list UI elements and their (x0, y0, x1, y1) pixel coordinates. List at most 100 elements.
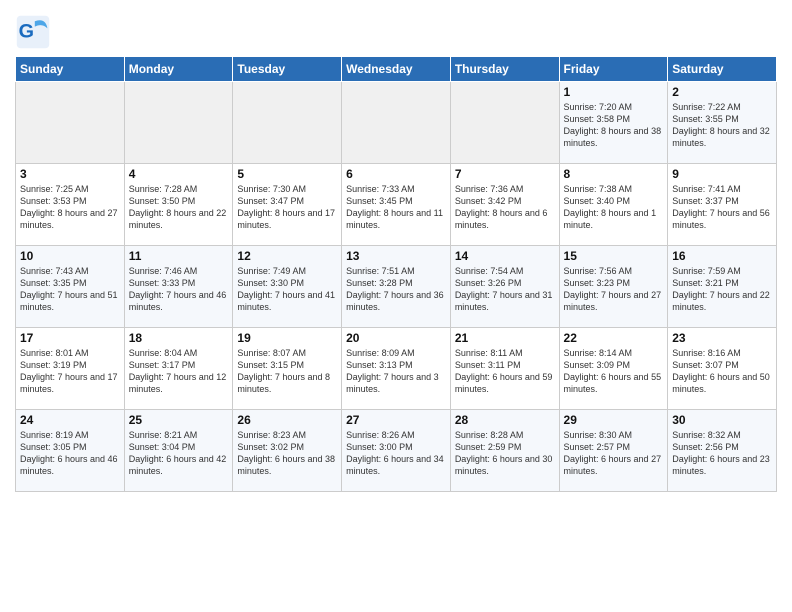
day-info: Sunrise: 7:51 AM Sunset: 3:28 PM Dayligh… (346, 265, 446, 314)
day-info: Sunrise: 7:36 AM Sunset: 3:42 PM Dayligh… (455, 183, 555, 232)
svg-text:G: G (19, 20, 34, 42)
calendar-cell: 14 Sunrise: 7:54 AM Sunset: 3:26 PM Dayli… (450, 246, 559, 328)
day-number: 19 (237, 331, 337, 345)
day-number: 20 (346, 331, 446, 345)
day-info: Sunrise: 8:11 AM Sunset: 3:11 PM Dayligh… (455, 347, 555, 396)
day-number: 30 (672, 413, 772, 427)
calendar-week-row: 3Sunrise: 7:25 AM Sunset: 3:53 PM Daylig… (16, 164, 777, 246)
calendar-cell: 21 Sunrise: 8:11 AM Sunset: 3:11 PM Dayli… (450, 328, 559, 410)
day-info: Sunrise: 8:16 AM Sunset: 3:07 PM Dayligh… (672, 347, 772, 396)
calendar-week-row: 10Sunrise: 7:43 AM Sunset: 3:35 PM Dayli… (16, 246, 777, 328)
day-number: 12 (237, 249, 337, 263)
calendar-cell: 15 Sunrise: 7:56 AM Sunset: 3:23 PM Dayli… (559, 246, 668, 328)
weekday-header: Saturday (668, 57, 777, 82)
calendar-cell: 17 Sunrise: 8:01 AM Sunset: 3:19 PM Dayli… (16, 328, 125, 410)
day-number: 16 (672, 249, 772, 263)
day-info: Sunrise: 7:54 AM Sunset: 3:26 PM Dayligh… (455, 265, 555, 314)
day-info: Sunrise: 7:38 AM Sunset: 3:40 PM Dayligh… (564, 183, 664, 232)
day-info: Sunrise: 7:41 AM Sunset: 3:37 PM Dayligh… (672, 183, 772, 232)
calendar-cell: 13 Sunrise: 7:51 AM Sunset: 3:28 PM Dayli… (342, 246, 451, 328)
calendar-cell (450, 82, 559, 164)
day-number: 22 (564, 331, 664, 345)
day-info: Sunrise: 8:28 AM Sunset: 2:59 PM Dayligh… (455, 429, 555, 478)
calendar-cell: 25 Sunrise: 8:21 AM Sunset: 3:04 PM Dayli… (124, 410, 233, 492)
weekday-header: Sunday (16, 57, 125, 82)
calendar-cell: 11 Sunrise: 7:46 AM Sunset: 3:33 PM Dayli… (124, 246, 233, 328)
calendar-cell: 19 Sunrise: 8:07 AM Sunset: 3:15 PM Dayli… (233, 328, 342, 410)
day-number: 2 (672, 85, 772, 99)
day-info: Sunrise: 8:30 AM Sunset: 2:57 PM Dayligh… (564, 429, 664, 478)
calendar-cell (16, 82, 125, 164)
day-info: Sunrise: 8:04 AM Sunset: 3:17 PM Dayligh… (129, 347, 229, 396)
calendar-cell (233, 82, 342, 164)
day-number: 26 (237, 413, 337, 427)
day-info: Sunrise: 7:33 AM Sunset: 3:45 PM Dayligh… (346, 183, 446, 232)
calendar-cell: 8 Sunrise: 7:38 AM Sunset: 3:40 PM Daylig… (559, 164, 668, 246)
day-info: Sunrise: 8:32 AM Sunset: 2:56 PM Dayligh… (672, 429, 772, 478)
calendar-cell: 16 Sunrise: 7:59 AM Sunset: 3:21 PM Dayli… (668, 246, 777, 328)
calendar-cell: 10Sunrise: 7:43 AM Sunset: 3:35 PM Dayli… (16, 246, 125, 328)
calendar-cell: 28 Sunrise: 8:28 AM Sunset: 2:59 PM Dayli… (450, 410, 559, 492)
day-number: 7 (455, 167, 555, 181)
day-number: 8 (564, 167, 664, 181)
day-number: 6 (346, 167, 446, 181)
day-number: 24 (20, 413, 120, 427)
day-number: 10 (20, 249, 120, 263)
day-info: Sunrise: 8:01 AM Sunset: 3:19 PM Dayligh… (20, 347, 120, 396)
calendar-cell: 18 Sunrise: 8:04 AM Sunset: 3:17 PM Dayli… (124, 328, 233, 410)
day-info: Sunrise: 8:07 AM Sunset: 3:15 PM Dayligh… (237, 347, 337, 396)
calendar-week-row: 1 Sunrise: 7:20 AM Sunset: 3:58 PM Daylig… (16, 82, 777, 164)
calendar-cell: 23 Sunrise: 8:16 AM Sunset: 3:07 PM Dayli… (668, 328, 777, 410)
day-number: 5 (237, 167, 337, 181)
day-info: Sunrise: 7:28 AM Sunset: 3:50 PM Dayligh… (129, 183, 229, 232)
calendar-cell: 24 Sunrise: 8:19 AM Sunset: 3:05 PM Dayli… (16, 410, 125, 492)
day-info: Sunrise: 7:22 AM Sunset: 3:55 PM Dayligh… (672, 101, 772, 150)
day-info: Sunrise: 7:46 AM Sunset: 3:33 PM Dayligh… (129, 265, 229, 314)
day-info: Sunrise: 7:49 AM Sunset: 3:30 PM Dayligh… (237, 265, 337, 314)
day-info: Sunrise: 7:56 AM Sunset: 3:23 PM Dayligh… (564, 265, 664, 314)
calendar-cell: 12 Sunrise: 7:49 AM Sunset: 3:30 PM Dayli… (233, 246, 342, 328)
day-number: 13 (346, 249, 446, 263)
calendar-cell: 29Sunrise: 8:30 AM Sunset: 2:57 PM Dayli… (559, 410, 668, 492)
day-info: Sunrise: 7:30 AM Sunset: 3:47 PM Dayligh… (237, 183, 337, 232)
day-number: 25 (129, 413, 229, 427)
day-number: 4 (129, 167, 229, 181)
day-number: 18 (129, 331, 229, 345)
day-info: Sunrise: 7:59 AM Sunset: 3:21 PM Dayligh… (672, 265, 772, 314)
calendar-cell: 30 Sunrise: 8:32 AM Sunset: 2:56 PM Dayli… (668, 410, 777, 492)
calendar-cell: 5 Sunrise: 7:30 AM Sunset: 3:47 PM Daylig… (233, 164, 342, 246)
day-info: Sunrise: 8:09 AM Sunset: 3:13 PM Dayligh… (346, 347, 446, 396)
calendar-cell: 9 Sunrise: 7:41 AM Sunset: 3:37 PM Daylig… (668, 164, 777, 246)
calendar-cell: 2 Sunrise: 7:22 AM Sunset: 3:55 PM Daylig… (668, 82, 777, 164)
weekday-header: Friday (559, 57, 668, 82)
day-number: 11 (129, 249, 229, 263)
day-number: 21 (455, 331, 555, 345)
calendar-cell (342, 82, 451, 164)
calendar-cell: 7 Sunrise: 7:36 AM Sunset: 3:42 PM Daylig… (450, 164, 559, 246)
calendar-cell: 27Sunrise: 8:26 AM Sunset: 3:00 PM Dayli… (342, 410, 451, 492)
calendar-cell (124, 82, 233, 164)
day-number: 14 (455, 249, 555, 263)
logo-icon: G (15, 14, 51, 50)
day-number: 9 (672, 167, 772, 181)
day-number: 17 (20, 331, 120, 345)
day-number: 28 (455, 413, 555, 427)
day-info: Sunrise: 8:21 AM Sunset: 3:04 PM Dayligh… (129, 429, 229, 478)
weekday-header: Thursday (450, 57, 559, 82)
day-info: Sunrise: 8:23 AM Sunset: 3:02 PM Dayligh… (237, 429, 337, 478)
day-number: 3 (20, 167, 120, 181)
day-number: 1 (564, 85, 664, 99)
calendar-header-row: SundayMondayTuesdayWednesdayThursdayFrid… (16, 57, 777, 82)
day-number: 23 (672, 331, 772, 345)
day-info: Sunrise: 7:20 AM Sunset: 3:58 PM Dayligh… (564, 101, 664, 150)
day-info: Sunrise: 8:19 AM Sunset: 3:05 PM Dayligh… (20, 429, 120, 478)
day-number: 15 (564, 249, 664, 263)
day-info: Sunrise: 8:14 AM Sunset: 3:09 PM Dayligh… (564, 347, 664, 396)
calendar-week-row: 17 Sunrise: 8:01 AM Sunset: 3:19 PM Dayli… (16, 328, 777, 410)
calendar-cell: 22 Sunrise: 8:14 AM Sunset: 3:09 PM Dayli… (559, 328, 668, 410)
calendar-cell: 4 Sunrise: 7:28 AM Sunset: 3:50 PM Daylig… (124, 164, 233, 246)
calendar-cell: 6 Sunrise: 7:33 AM Sunset: 3:45 PM Daylig… (342, 164, 451, 246)
header: G (15, 10, 777, 50)
page: G SundayMondayTuesdayWednesdayThursdayFr… (0, 0, 792, 612)
calendar-table: SundayMondayTuesdayWednesdayThursdayFrid… (15, 56, 777, 492)
